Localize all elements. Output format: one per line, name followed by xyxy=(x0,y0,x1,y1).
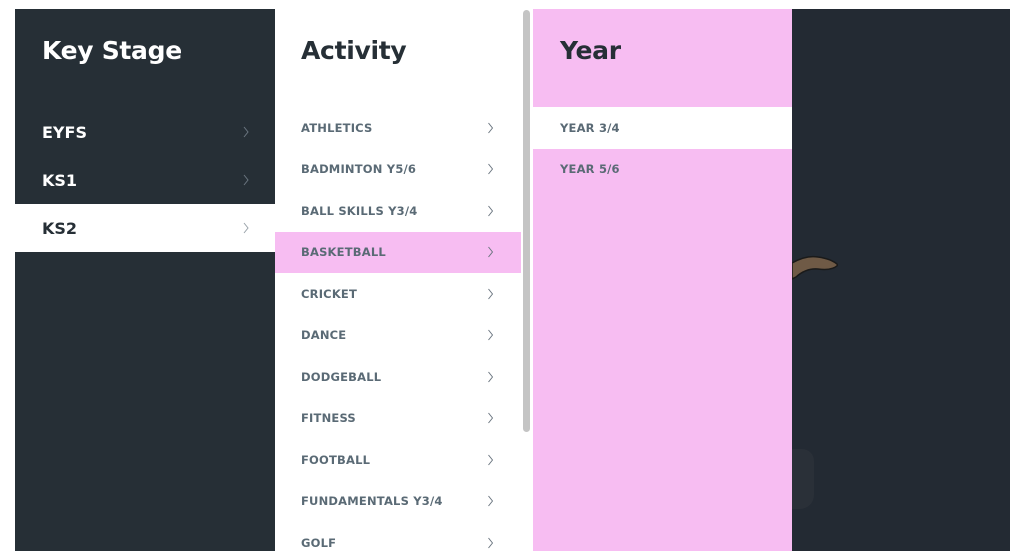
activity-item-label: FOOTBALL xyxy=(301,452,371,467)
chevron-right-icon xyxy=(243,222,249,234)
key-stage-item-label: KS2 xyxy=(42,218,78,238)
background-illustration-shadow xyxy=(792,449,814,509)
activity-title: Activity xyxy=(301,36,407,65)
chevron-right-icon xyxy=(488,371,493,383)
background-area xyxy=(792,9,1010,551)
year-column: Year YEAR 3/4 YEAR 5/6 xyxy=(533,9,792,551)
chevron-right-icon xyxy=(488,288,493,300)
top-strip xyxy=(0,0,1010,9)
year-item-5-6[interactable]: YEAR 5/6 xyxy=(533,149,792,191)
chevron-right-icon xyxy=(488,412,493,424)
year-item-label: YEAR 5/6 xyxy=(560,162,620,177)
key-stage-list: EYFS KS1 KS2 xyxy=(15,108,275,252)
chevron-right-icon xyxy=(243,174,249,186)
activity-item-athletics[interactable]: ATHLETICS xyxy=(275,107,521,149)
year-item-label: YEAR 3/4 xyxy=(560,120,620,135)
activity-item-label: GOLF xyxy=(301,535,337,550)
activity-item-label: DODGEBALL xyxy=(301,369,382,384)
activity-column: Activity ATHLETICS BADMINTON Y5/6 BALL S… xyxy=(275,9,521,551)
key-stage-title: Key Stage xyxy=(42,36,182,65)
menu-frame: Key Stage EYFS KS1 KS2 Activity ATHLETIC… xyxy=(0,0,1010,551)
chevron-right-icon xyxy=(243,126,249,138)
activity-item-label: FITNESS xyxy=(301,411,356,426)
key-stage-column: Key Stage EYFS KS1 KS2 xyxy=(15,9,275,551)
key-stage-item-ks1[interactable]: KS1 xyxy=(15,156,275,204)
key-stage-item-eyfs[interactable]: EYFS xyxy=(15,108,275,156)
chevron-right-icon xyxy=(488,495,493,507)
activity-item-label: DANCE xyxy=(301,328,347,343)
activity-item-label: BADMINTON Y5/6 xyxy=(301,162,417,177)
activity-item-cricket[interactable]: CRICKET xyxy=(275,273,521,315)
activity-item-dance[interactable]: DANCE xyxy=(275,315,521,357)
activity-item-golf[interactable]: GOLF xyxy=(275,522,521,551)
chevron-right-icon xyxy=(488,163,493,175)
year-list: YEAR 3/4 YEAR 5/6 xyxy=(533,107,792,190)
chevron-right-icon xyxy=(488,205,493,217)
chevron-right-icon xyxy=(488,329,493,341)
activity-item-label: BALL SKILLS Y3/4 xyxy=(301,203,418,218)
activity-item-label: FUNDAMENTALS Y3/4 xyxy=(301,494,443,509)
chevron-right-icon xyxy=(488,537,493,549)
activity-item-football[interactable]: FOOTBALL xyxy=(275,439,521,481)
chevron-right-icon xyxy=(488,454,493,466)
chevron-right-icon xyxy=(488,246,493,258)
activity-item-label: ATHLETICS xyxy=(301,120,373,135)
background-illustration xyxy=(792,255,838,280)
activity-item-fitness[interactable]: FITNESS xyxy=(275,398,521,440)
left-gutter xyxy=(0,0,15,551)
activity-item-basketball[interactable]: BASKETBALL xyxy=(275,231,521,273)
activity-item-badminton[interactable]: BADMINTON Y5/6 xyxy=(275,149,521,191)
key-stage-item-label: EYFS xyxy=(42,122,87,142)
year-item-3-4[interactable]: YEAR 3/4 xyxy=(533,107,792,149)
key-stage-item-label: KS1 xyxy=(42,170,78,190)
activity-item-ball-skills[interactable]: BALL SKILLS Y3/4 xyxy=(275,190,521,232)
activity-item-fundamentals[interactable]: FUNDAMENTALS Y3/4 xyxy=(275,481,521,523)
activity-scrollbar-thumb[interactable] xyxy=(523,10,530,432)
year-title: Year xyxy=(560,36,621,65)
activity-list: ATHLETICS BADMINTON Y5/6 BALL SKILLS Y3/… xyxy=(275,107,521,551)
key-stage-item-ks2[interactable]: KS2 xyxy=(15,204,275,252)
activity-item-label: BASKETBALL xyxy=(301,245,386,260)
chevron-right-icon xyxy=(488,122,493,134)
activity-item-label: CRICKET xyxy=(301,286,358,301)
activity-item-dodgeball[interactable]: DODGEBALL xyxy=(275,356,521,398)
